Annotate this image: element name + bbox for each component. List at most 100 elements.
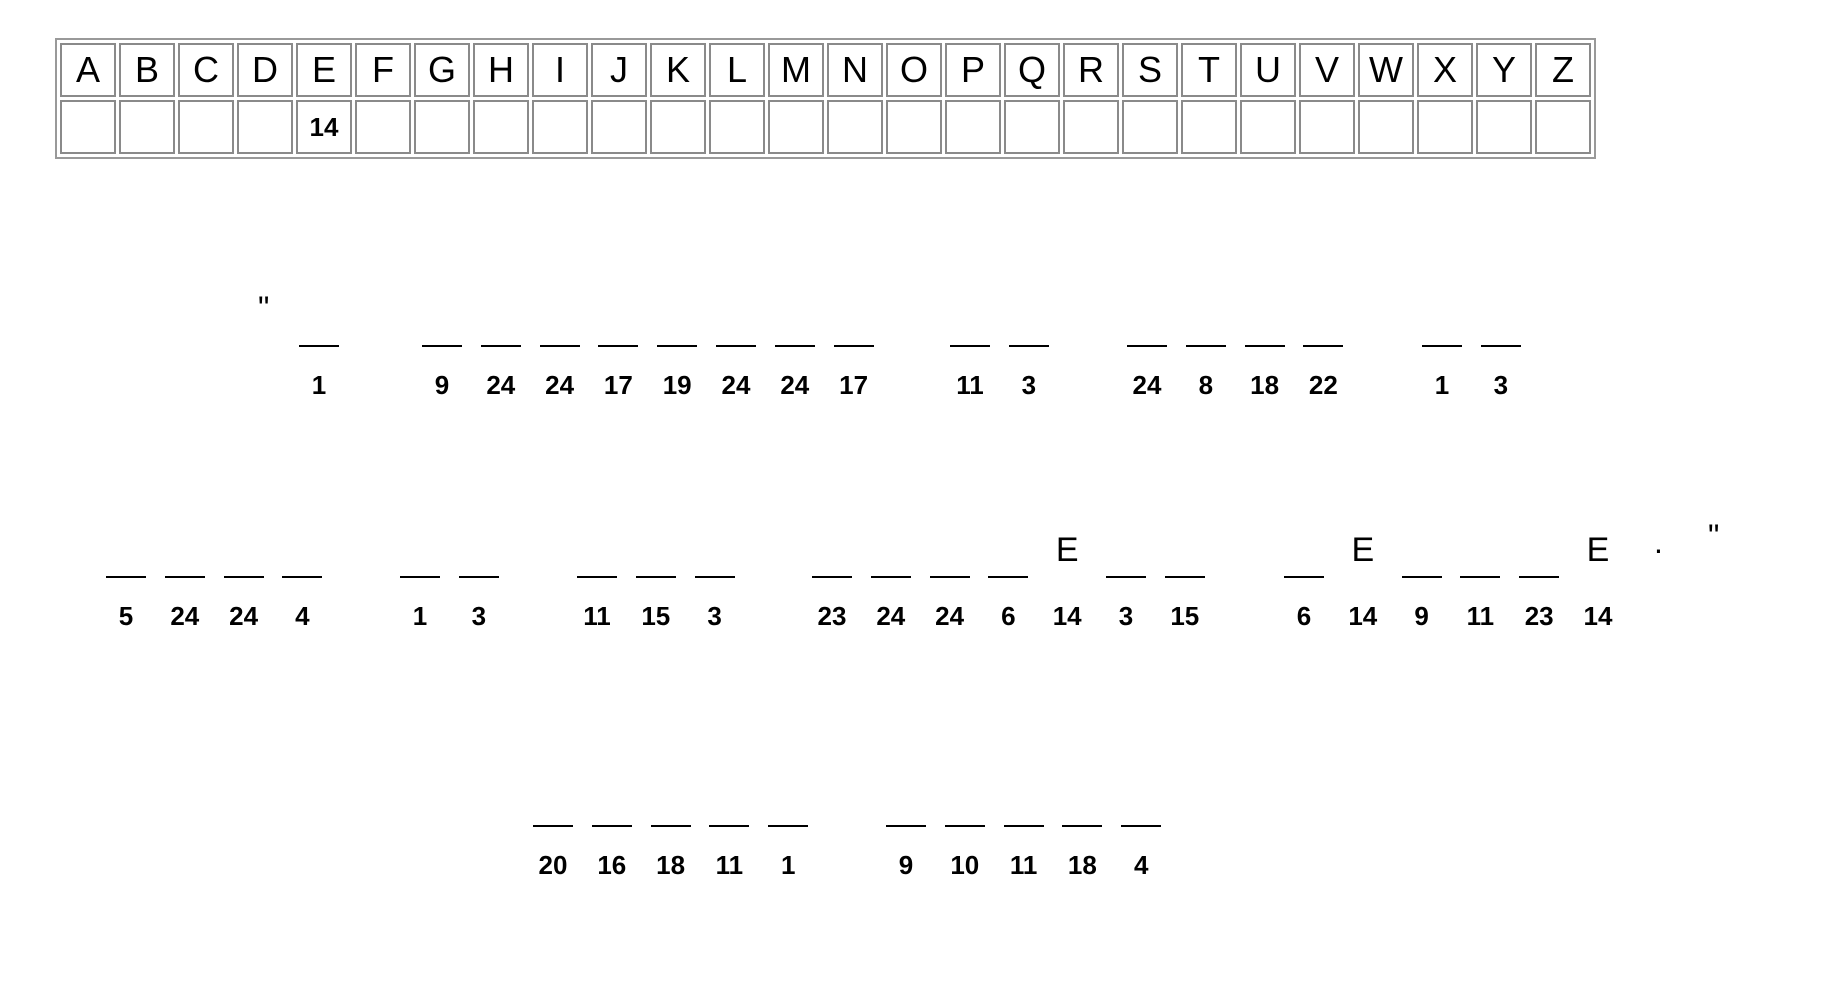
key-answer-w[interactable] <box>1358 100 1414 154</box>
guess-letter[interactable] <box>1119 778 1163 820</box>
key-answer-g[interactable] <box>414 100 470 154</box>
letter-slot[interactable]: 17 <box>596 288 640 400</box>
letter-slot[interactable]: 15 <box>1163 519 1207 631</box>
guess-letter[interactable] <box>297 298 341 340</box>
guess-letter[interactable] <box>531 778 575 820</box>
key-answer-v[interactable] <box>1299 100 1355 154</box>
letter-slot[interactable]: 23 <box>810 519 854 631</box>
letter-slot[interactable]: 1 <box>1420 288 1464 400</box>
letter-slot[interactable]: 23 <box>1517 519 1561 631</box>
letter-slot[interactable]: 18 <box>1243 288 1287 400</box>
letter-slot[interactable]: 8 <box>1184 288 1228 400</box>
key-answer-b[interactable] <box>119 100 175 154</box>
guess-letter[interactable] <box>773 298 817 340</box>
guess-letter[interactable] <box>1060 778 1104 820</box>
guess-letter[interactable] <box>1007 298 1051 340</box>
guess-letter[interactable] <box>693 529 737 571</box>
guess-letter[interactable] <box>810 529 854 571</box>
letter-slot[interactable]: 11 <box>1002 768 1046 880</box>
letter-slot[interactable]: 11 <box>1458 519 1502 631</box>
letter-slot[interactable]: 24 <box>479 288 523 400</box>
guess-letter[interactable] <box>1184 298 1228 340</box>
guess-letter[interactable] <box>1282 529 1326 571</box>
letter-slot[interactable]: 3 <box>1479 288 1523 400</box>
key-answer-c[interactable] <box>178 100 234 154</box>
letter-slot[interactable]: 10 <box>943 768 987 880</box>
guess-letter[interactable] <box>590 778 634 820</box>
letter-slot[interactable]: 17 <box>832 288 876 400</box>
guess-letter[interactable] <box>1301 298 1345 340</box>
letter-slot[interactable]: 22 <box>1301 288 1345 400</box>
letter-slot[interactable]: 9 <box>420 288 464 400</box>
letter-slot[interactable]: 15 <box>634 519 678 631</box>
guess-letter[interactable] <box>1104 529 1148 571</box>
letter-slot[interactable]: 19 <box>655 288 699 400</box>
guess-letter[interactable] <box>222 529 266 571</box>
guess-letter[interactable] <box>575 529 619 571</box>
letter-slot[interactable]: E 14 <box>1576 519 1620 631</box>
letter-slot[interactable]: 16 <box>590 768 634 880</box>
guess-letter[interactable] <box>1400 529 1444 571</box>
key-answer-z[interactable] <box>1535 100 1591 154</box>
guess-letter[interactable] <box>986 529 1030 571</box>
key-answer-r[interactable] <box>1063 100 1119 154</box>
guess-letter[interactable] <box>1458 529 1502 571</box>
letter-slot[interactable]: 11 <box>707 768 751 880</box>
key-answer-x[interactable] <box>1417 100 1473 154</box>
guess-letter[interactable] <box>538 298 582 340</box>
guess-letter[interactable] <box>479 298 523 340</box>
key-answer-a[interactable] <box>60 100 116 154</box>
letter-slot[interactable]: 1 <box>766 768 810 880</box>
letter-slot[interactable]: 3 <box>693 519 737 631</box>
letter-slot[interactable]: 3 <box>457 519 501 631</box>
letter-slot[interactable]: 4 <box>280 519 324 631</box>
guess-letter[interactable] <box>714 298 758 340</box>
guess-letter[interactable] <box>928 529 972 571</box>
letter-slot[interactable]: 6 <box>1282 519 1326 631</box>
guess-letter[interactable] <box>649 778 693 820</box>
key-answer-j[interactable] <box>591 100 647 154</box>
letter-slot[interactable]: 24 <box>538 288 582 400</box>
letter-slot[interactable]: 24 <box>869 519 913 631</box>
letter-slot[interactable]: 1 <box>398 519 442 631</box>
key-answer-n[interactable] <box>827 100 883 154</box>
guess-letter[interactable] <box>280 529 324 571</box>
guess-letter[interactable] <box>1163 529 1207 571</box>
guess-letter[interactable] <box>832 298 876 340</box>
letter-slot[interactable]: E 14 <box>1045 519 1089 631</box>
guess-letter[interactable] <box>766 778 810 820</box>
guess-letter[interactable] <box>943 778 987 820</box>
guess-letter[interactable] <box>104 529 148 571</box>
letter-slot[interactable]: 11 <box>575 519 619 631</box>
guess-letter[interactable] <box>1420 298 1464 340</box>
letter-slot[interactable]: 24 <box>928 519 972 631</box>
guess-letter[interactable] <box>884 778 928 820</box>
guess-letter[interactable] <box>707 778 751 820</box>
guess-letter[interactable] <box>457 529 501 571</box>
guess-letter[interactable] <box>398 529 442 571</box>
letter-slot[interactable]: 3 <box>1007 288 1051 400</box>
key-answer-i[interactable] <box>532 100 588 154</box>
letter-slot[interactable]: 20 <box>531 768 575 880</box>
key-answer-k[interactable] <box>650 100 706 154</box>
letter-slot[interactable]: 6 <box>986 519 1030 631</box>
guess-letter[interactable] <box>163 529 207 571</box>
letter-slot[interactable]: 24 <box>222 519 266 631</box>
key-answer-l[interactable] <box>709 100 765 154</box>
key-answer-p[interactable] <box>945 100 1001 154</box>
letter-slot[interactable]: 3 <box>1104 519 1148 631</box>
guess-letter[interactable] <box>655 298 699 340</box>
guess-letter[interactable] <box>1243 298 1287 340</box>
key-answer-u[interactable] <box>1240 100 1296 154</box>
key-answer-d[interactable] <box>237 100 293 154</box>
letter-slot[interactable]: 18 <box>1060 768 1104 880</box>
key-answer-e[interactable]: 14 <box>296 100 352 154</box>
guess-letter[interactable] <box>869 529 913 571</box>
letter-slot[interactable]: 4 <box>1119 768 1163 880</box>
letter-slot[interactable]: 24 <box>714 288 758 400</box>
letter-slot[interactable]: 9 <box>884 768 928 880</box>
guess-letter[interactable] <box>596 298 640 340</box>
key-answer-t[interactable] <box>1181 100 1237 154</box>
guess-letter[interactable] <box>634 529 678 571</box>
key-answer-m[interactable] <box>768 100 824 154</box>
